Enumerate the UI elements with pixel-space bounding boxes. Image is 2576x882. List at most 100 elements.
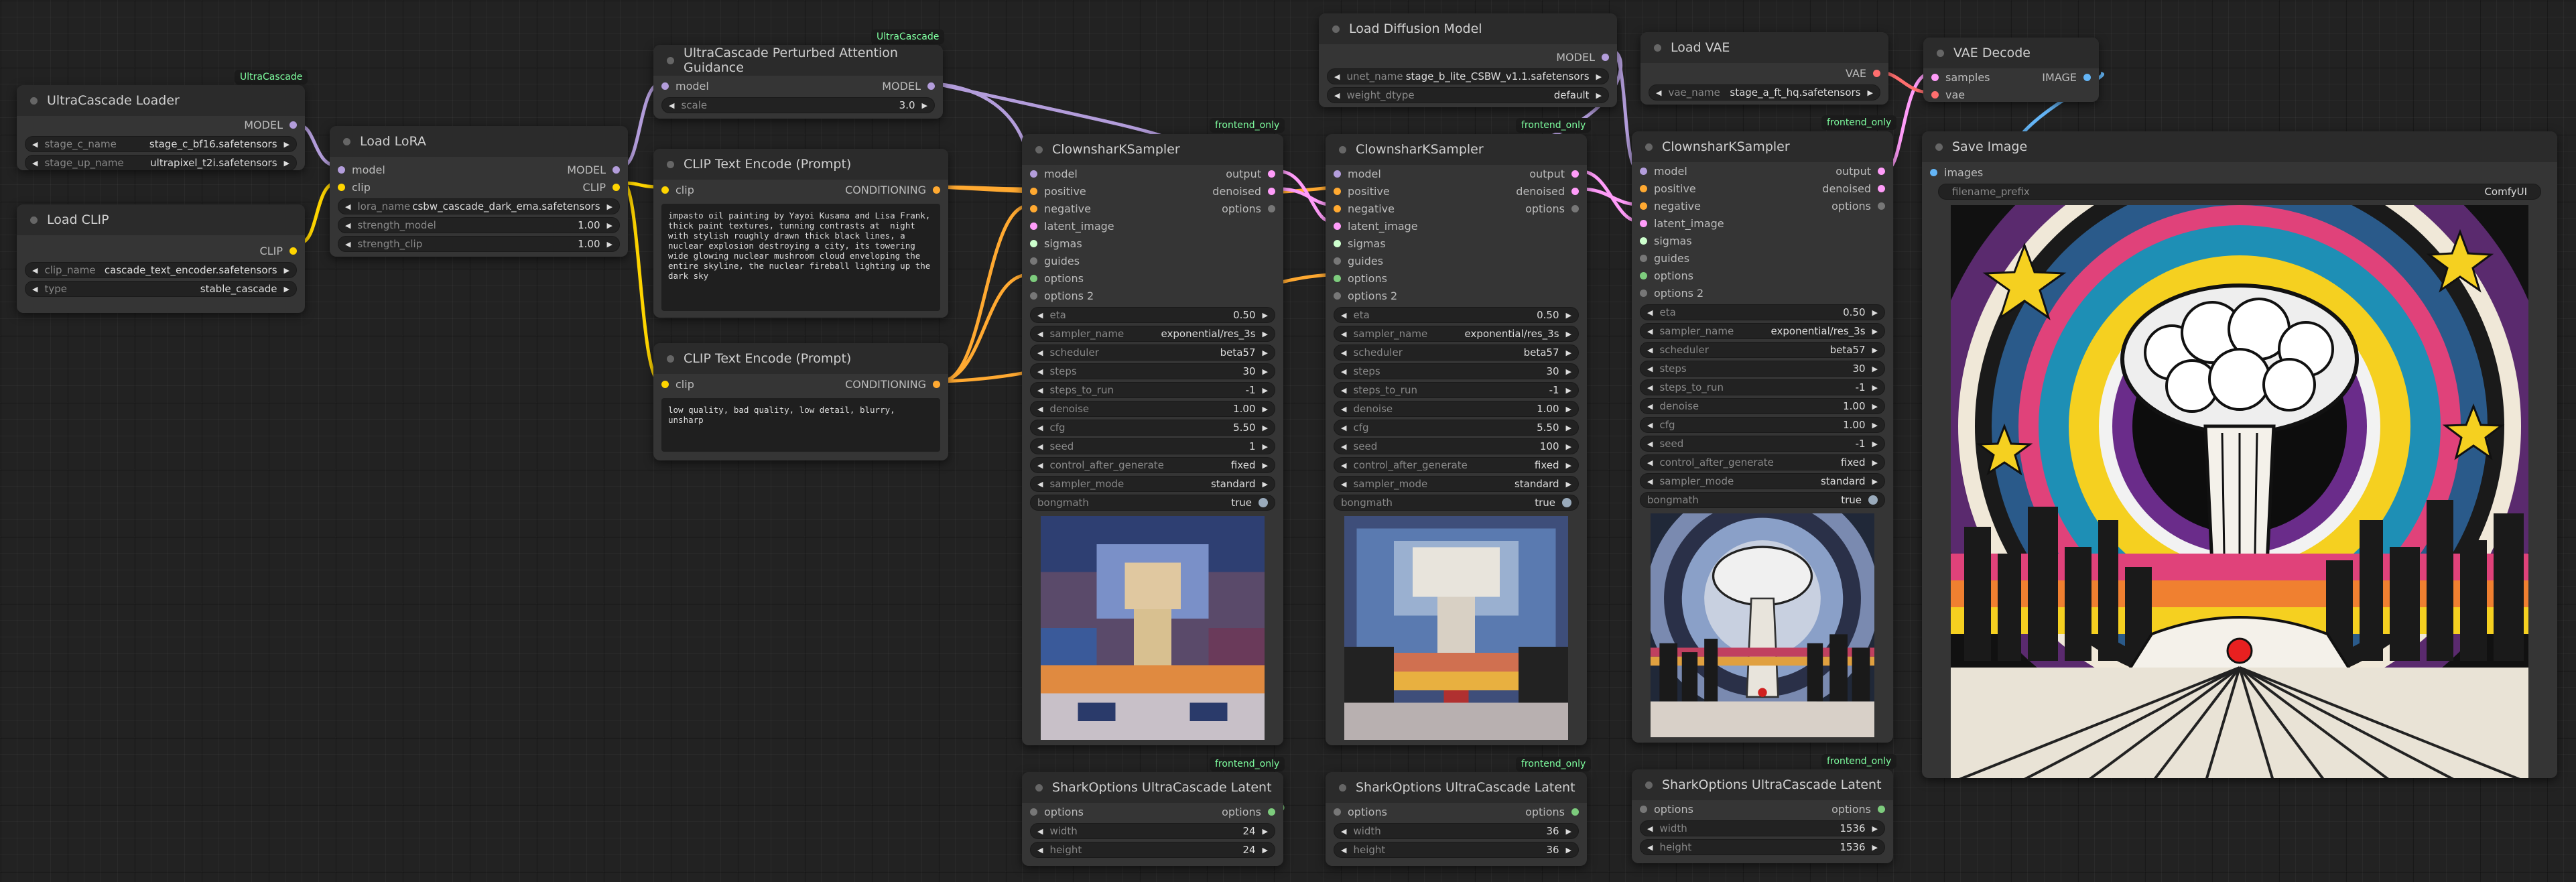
right-arrow-icon[interactable]: ▶ <box>1566 461 1571 470</box>
right-arrow-icon[interactable]: ▶ <box>922 101 927 110</box>
combo-lora-name[interactable]: ◀ lora_name csbw_cascade_dark_ema.safetens… <box>338 198 620 214</box>
right-arrow-icon[interactable]: ▶ <box>1566 311 1571 320</box>
output-slot-output[interactable] <box>1268 170 1275 178</box>
collapse-dot[interactable] <box>30 216 38 224</box>
widget-steps[interactable]: ◀ steps 30 ▶ <box>1334 363 1579 379</box>
number-width[interactable]: ◀ width 24 ▶ <box>1030 823 1275 839</box>
node-sharkoptions-latent-1[interactable]: SharkOptions UltraCascade Latent options… <box>1022 772 1283 866</box>
left-arrow-icon[interactable]: ◀ <box>1341 442 1346 451</box>
right-arrow-icon[interactable]: ▶ <box>1263 480 1268 489</box>
right-arrow-icon[interactable]: ▶ <box>1263 349 1268 357</box>
number-width[interactable]: ◀ width 36 ▶ <box>1334 823 1579 839</box>
output-slot-output[interactable] <box>1878 167 1885 175</box>
number-height[interactable]: ◀ height 36 ▶ <box>1334 842 1579 858</box>
right-arrow-icon[interactable]: ▶ <box>1868 88 1873 97</box>
toggle-bongmath[interactable]: bongmath true <box>1030 495 1275 511</box>
input-slot-options[interactable] <box>1640 271 1647 279</box>
input-slot-model[interactable] <box>338 166 345 174</box>
node-save-image[interactable]: Save Image images filename_prefix ComfyUI <box>1922 131 2557 778</box>
left-arrow-icon[interactable]: ◀ <box>1647 383 1653 392</box>
number-height[interactable]: ◀ height 24 ▶ <box>1030 842 1275 858</box>
prompt-textarea[interactable]: low quality, bad quality, low detail, bl… <box>661 398 940 452</box>
right-arrow-icon[interactable]: ▶ <box>1566 827 1571 836</box>
left-arrow-icon[interactable]: ◀ <box>1656 88 1661 97</box>
input-slot-options-2[interactable] <box>1640 289 1647 297</box>
right-arrow-icon[interactable]: ▶ <box>1566 846 1571 855</box>
input-slot-options-2[interactable] <box>1334 292 1341 300</box>
combo-type[interactable]: ◀ type stable_cascade ▶ <box>25 281 297 297</box>
number-height[interactable]: ◀ height 1536 ▶ <box>1640 839 1885 855</box>
widget-scheduler[interactable]: ◀ scheduler beta57 ▶ <box>1030 344 1275 361</box>
node-load-lora[interactable]: Load LoRA model MODEL clip CLIP ◀ lora_name… <box>330 126 628 257</box>
node-load-clip[interactable]: Load CLIP CLIP ◀ clip_name cascade_text_en… <box>17 204 305 313</box>
collapse-dot[interactable] <box>1937 49 1944 57</box>
left-arrow-icon[interactable]: ◀ <box>1334 72 1340 81</box>
left-arrow-icon[interactable]: ◀ <box>1647 440 1653 448</box>
widget-steps-to-run[interactable]: ◀ steps_to_run -1 ▶ <box>1334 382 1579 398</box>
toggle-bongmath[interactable]: bongmath true <box>1640 492 1885 508</box>
collapse-dot[interactable] <box>30 97 38 105</box>
input-slot-guides[interactable] <box>1334 257 1341 265</box>
input-slot-images[interactable] <box>1930 168 1937 176</box>
left-arrow-icon[interactable]: ◀ <box>1647 421 1653 430</box>
node-vae-decode[interactable]: VAE Decode samples IMAGE vae <box>1923 38 2099 102</box>
output-slot-options[interactable] <box>1571 808 1579 816</box>
input-slot-negative[interactable] <box>1640 202 1647 210</box>
output-slot-denoised[interactable] <box>1571 187 1579 195</box>
number-strength-model[interactable]: ◀ strength_model 1.00 ▶ <box>338 217 620 233</box>
output-slot-image[interactable] <box>2083 73 2091 81</box>
widget-sampler-mode[interactable]: ◀ sampler_mode standard ▶ <box>1640 473 1885 489</box>
right-arrow-icon[interactable]: ▶ <box>1263 442 1268 451</box>
widget-sampler-name[interactable]: ◀ sampler_name exponential/res_3s ▶ <box>1030 326 1275 342</box>
input-slot-options[interactable] <box>1334 808 1341 816</box>
text-filename-prefix[interactable]: filename_prefix ComfyUI <box>1938 184 2541 200</box>
combo-stage-c-name[interactable]: ◀ stage_c_name stage_c_bf16.safetensors ▶ <box>25 136 297 152</box>
left-arrow-icon[interactable]: ◀ <box>345 240 350 249</box>
left-arrow-icon[interactable]: ◀ <box>1647 458 1653 467</box>
toggle-bongmath[interactable]: bongmath true <box>1334 495 1579 511</box>
right-arrow-icon[interactable]: ▶ <box>1263 311 1268 320</box>
widget-denoise[interactable]: ◀ denoise 1.00 ▶ <box>1640 398 1885 414</box>
collapse-dot[interactable] <box>1645 781 1653 789</box>
left-arrow-icon[interactable]: ◀ <box>1341 827 1346 836</box>
left-arrow-icon[interactable]: ◀ <box>1341 424 1346 432</box>
input-slot-negative[interactable] <box>1334 204 1341 212</box>
output-slot-model[interactable] <box>289 121 297 129</box>
left-arrow-icon[interactable]: ◀ <box>32 159 38 168</box>
input-slot-model[interactable] <box>661 82 669 90</box>
widget-denoise[interactable]: ◀ denoise 1.00 ▶ <box>1030 401 1275 417</box>
right-arrow-icon[interactable]: ▶ <box>1872 327 1878 336</box>
left-arrow-icon[interactable]: ◀ <box>1341 480 1346 489</box>
widget-eta[interactable]: ◀ eta 0.50 ▶ <box>1030 307 1275 323</box>
collapse-dot[interactable] <box>667 355 674 363</box>
output-slot-output[interactable] <box>1571 170 1579 178</box>
combo-vae-name[interactable]: ◀ vae_name stage_a_ft_hq.safetensors ▶ <box>1649 84 1880 101</box>
left-arrow-icon[interactable]: ◀ <box>1037 367 1043 376</box>
output-slot-denoised[interactable] <box>1878 184 1885 192</box>
toggle-knob-icon[interactable] <box>1562 498 1571 507</box>
output-slot-model[interactable] <box>1602 53 1609 61</box>
left-arrow-icon[interactable]: ◀ <box>1647 824 1653 833</box>
toggle-knob-icon[interactable] <box>1868 495 1878 505</box>
widget-sampler-name[interactable]: ◀ sampler_name exponential/res_3s ▶ <box>1334 326 1579 342</box>
right-arrow-icon[interactable]: ▶ <box>1872 824 1878 833</box>
input-slot-guides[interactable] <box>1640 254 1647 262</box>
collapse-dot[interactable] <box>667 56 674 64</box>
combo-clip-name[interactable]: ◀ clip_name cascade_text_encoder.safetenso… <box>25 262 297 278</box>
right-arrow-icon[interactable]: ▶ <box>607 240 613 249</box>
input-slot-latent-image[interactable] <box>1030 222 1037 230</box>
node-sharkoptions-latent-2[interactable]: SharkOptions UltraCascade Latent options… <box>1326 772 1587 866</box>
collapse-dot[interactable] <box>1654 44 1661 52</box>
collapse-dot[interactable] <box>1935 143 1943 151</box>
widget-cfg[interactable]: ◀ cfg 5.50 ▶ <box>1334 420 1579 436</box>
left-arrow-icon[interactable]: ◀ <box>1647 477 1653 486</box>
collapse-dot[interactable] <box>1035 783 1043 792</box>
right-arrow-icon[interactable]: ▶ <box>1566 349 1571 357</box>
output-slot-options[interactable] <box>1878 805 1885 813</box>
widget-steps-to-run[interactable]: ◀ steps_to_run -1 ▶ <box>1030 382 1275 398</box>
widget-control-after-generate[interactable]: ◀ control_after_generate fixed ▶ <box>1640 454 1885 470</box>
right-arrow-icon[interactable]: ▶ <box>1596 72 1602 81</box>
right-arrow-icon[interactable]: ▶ <box>1872 346 1878 355</box>
right-arrow-icon[interactable]: ▶ <box>1263 386 1268 395</box>
prompt-textarea[interactable]: impasto oil painting by Yayoi Kusama and… <box>661 204 940 311</box>
